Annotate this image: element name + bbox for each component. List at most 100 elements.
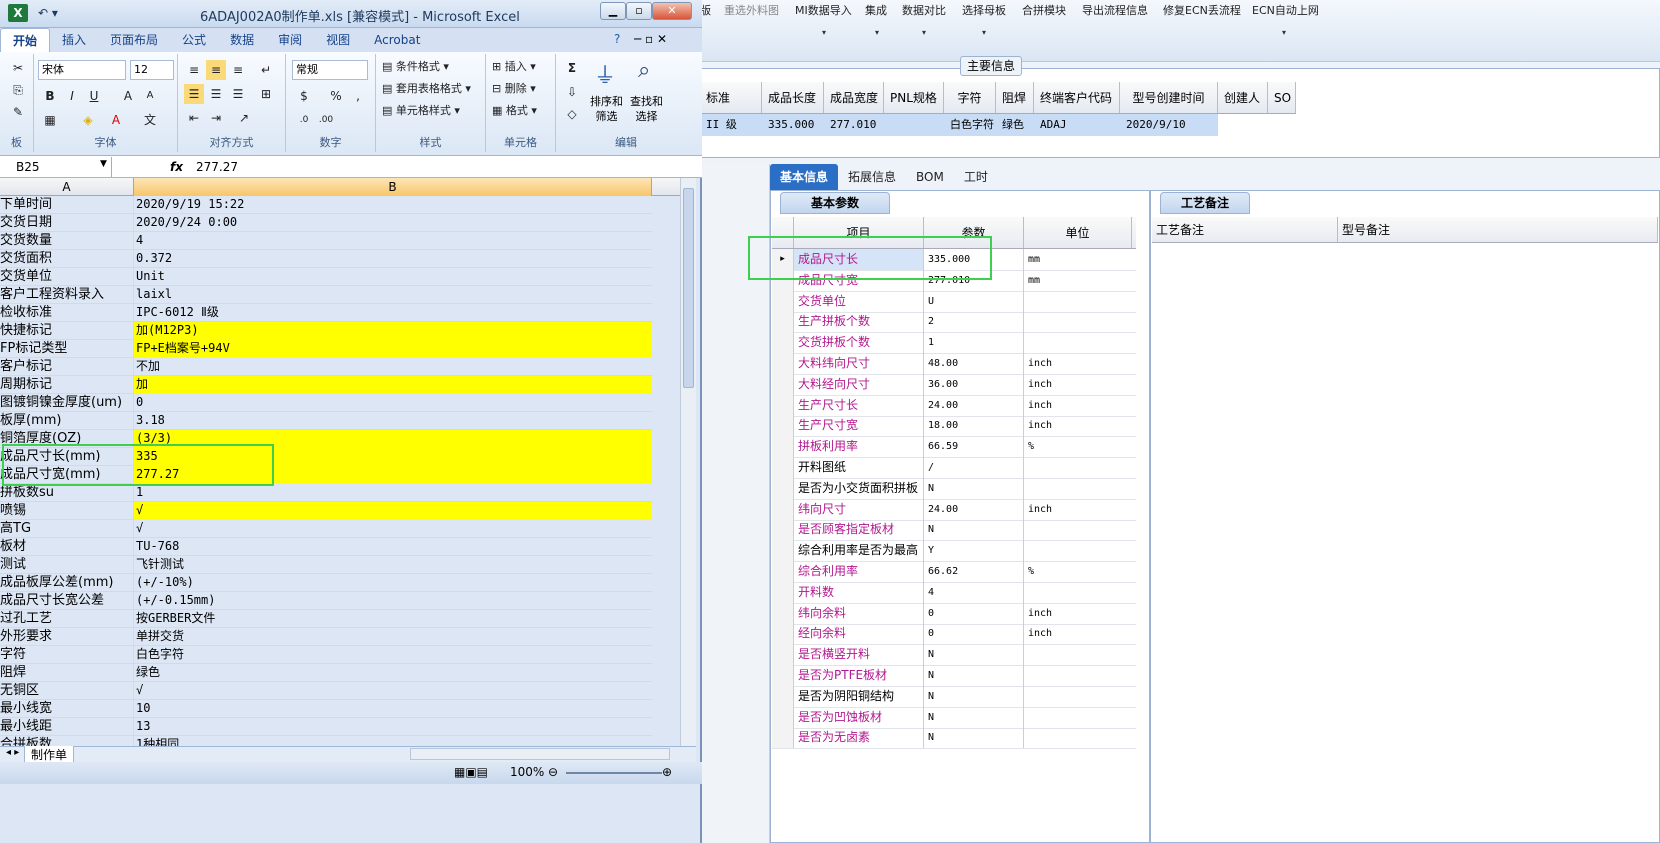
toolbar-item[interactable]: 合拼模块 bbox=[1022, 2, 1066, 18]
ribbon-minimize-icon[interactable]: ─ ▫ ✕ bbox=[634, 32, 667, 46]
param-name[interactable]: 是否为无卤素 bbox=[794, 727, 924, 749]
tab-data[interactable]: 数据 bbox=[218, 28, 266, 52]
toolbar-item[interactable]: 选择母板 bbox=[962, 2, 1006, 18]
format-painter-icon[interactable]: ✎ bbox=[8, 102, 28, 122]
row-indicator[interactable] bbox=[772, 665, 794, 686]
cell-a[interactable]: 测试 bbox=[0, 556, 134, 574]
params-tab[interactable]: 基本参数 bbox=[780, 192, 890, 214]
param-name[interactable]: 纬向余料 bbox=[794, 602, 924, 624]
cell-a[interactable]: 交货数量 bbox=[0, 232, 134, 250]
row-indicator[interactable] bbox=[772, 727, 794, 749]
toolbar-item[interactable]: 集成 bbox=[865, 2, 887, 18]
grid-header-cell[interactable]: PNL规格 bbox=[884, 82, 944, 113]
align-center-icon[interactable]: ☰ bbox=[206, 84, 226, 104]
cell-a[interactable]: 交货面积 bbox=[0, 250, 134, 268]
param-name[interactable]: 综合利用率是否为最高 bbox=[794, 540, 924, 562]
toolbar-item[interactable]: 重选外料图 bbox=[724, 2, 779, 18]
cell-b[interactable]: FP+E档案号+94V bbox=[134, 340, 652, 358]
row-indicator[interactable] bbox=[772, 332, 794, 354]
param-value[interactable]: 24.00 bbox=[924, 394, 1024, 416]
param-value[interactable]: N bbox=[924, 477, 1024, 499]
cell-b[interactable]: √ bbox=[134, 682, 652, 700]
params-header-cell[interactable]: 单位 bbox=[1024, 217, 1132, 248]
cell-a[interactable]: 过孔工艺 bbox=[0, 610, 134, 628]
grid-header-cell[interactable]: 字符 bbox=[944, 82, 996, 113]
params-row[interactable]: 是否横竖开料 N bbox=[772, 644, 1136, 667]
params-row[interactable]: 纬向尺寸 24.00 inch bbox=[772, 498, 1136, 521]
increase-indent-icon[interactable]: ⇥ bbox=[206, 108, 226, 128]
cell-b[interactable]: 加 bbox=[134, 376, 652, 394]
param-value[interactable]: N bbox=[924, 519, 1024, 541]
param-unit[interactable]: mm bbox=[1024, 270, 1132, 291]
param-value[interactable]: N bbox=[924, 706, 1024, 728]
cell-a[interactable]: 外形要求 bbox=[0, 628, 134, 646]
param-name[interactable]: 是否为凹蚀板材 bbox=[794, 706, 924, 728]
params-row[interactable]: 生产尺寸长 24.00 inch bbox=[772, 394, 1136, 417]
font-size-select[interactable]: 12 bbox=[130, 60, 174, 80]
params-row[interactable]: 是否顾客指定板材 N bbox=[772, 519, 1136, 542]
italic-button[interactable]: I bbox=[62, 86, 82, 106]
fill-icon[interactable]: ⇩ bbox=[562, 82, 582, 102]
fill-color-icon[interactable]: ◈ bbox=[78, 110, 98, 130]
param-name[interactable]: 是否顾客指定板材 bbox=[794, 519, 924, 541]
cell-b[interactable]: 2020/9/19 15:22 bbox=[134, 196, 652, 214]
cell-b[interactable]: 单拼交货 bbox=[134, 628, 652, 646]
grid-cell[interactable]: 335.000 bbox=[762, 114, 824, 136]
param-value[interactable]: 1 bbox=[924, 332, 1024, 354]
param-unit[interactable] bbox=[1024, 291, 1132, 312]
notes-header-cell[interactable]: 型号备注 bbox=[1338, 217, 1658, 242]
cell-b[interactable]: 0 bbox=[134, 394, 652, 412]
vertical-scrollbar[interactable] bbox=[680, 178, 696, 748]
cell-b[interactable]: 飞针测试 bbox=[134, 556, 652, 574]
param-value[interactable]: 18.00 bbox=[924, 415, 1024, 437]
param-unit[interactable]: inch bbox=[1024, 395, 1132, 416]
horizontal-scrollbar[interactable] bbox=[410, 748, 670, 760]
grid-header-cell[interactable]: 终端客户代码 bbox=[1034, 82, 1120, 113]
cell-b[interactable]: 1 bbox=[134, 484, 652, 502]
param-name[interactable]: 是否为PTFE板材 bbox=[794, 665, 924, 686]
param-value[interactable]: U bbox=[924, 290, 1024, 312]
tab-home[interactable]: 开始 bbox=[0, 28, 51, 52]
param-name[interactable]: 综合利用率 bbox=[794, 561, 924, 582]
row-indicator[interactable] bbox=[772, 561, 794, 582]
cell-b[interactable]: 加(M12P3) bbox=[134, 322, 652, 340]
merge-icon[interactable]: ⊞ bbox=[256, 84, 276, 104]
params-row[interactable]: 是否为PTFE板材 N bbox=[772, 665, 1136, 687]
params-row[interactable]: 生产尺寸宽 18.00 inch bbox=[772, 415, 1136, 438]
param-name[interactable]: 是否为阴阳铜结构 bbox=[794, 685, 924, 707]
column-header-b[interactable]: B bbox=[134, 178, 652, 196]
find-icon[interactable]: ⌕ bbox=[638, 58, 650, 83]
tab-formulas[interactable]: 公式 bbox=[170, 28, 218, 52]
param-value[interactable]: Y bbox=[924, 540, 1024, 562]
excel-logo-icon[interactable]: X bbox=[8, 4, 28, 22]
grid-header-cell[interactable]: SO bbox=[1268, 82, 1296, 113]
cell-a[interactable]: 客户工程资料录入 bbox=[0, 286, 134, 304]
param-unit[interactable] bbox=[1024, 686, 1132, 707]
dropdown-arrow-icon[interactable]: ▾ bbox=[922, 28, 926, 37]
autosum-icon[interactable]: Σ bbox=[562, 58, 582, 78]
conditional-format-button[interactable]: ▤ 条件格式 ▾ bbox=[382, 58, 449, 76]
grid-cell[interactable]: 绿色 bbox=[996, 114, 1034, 136]
minimize-button[interactable]: ▁ bbox=[600, 2, 626, 20]
row-indicator[interactable] bbox=[772, 415, 794, 437]
copy-icon[interactable]: ⎘ bbox=[8, 80, 28, 100]
param-unit[interactable] bbox=[1024, 707, 1132, 728]
grid-cell[interactable]: 白色字符 bbox=[944, 114, 996, 136]
grid-header-cell[interactable]: 创建人 bbox=[1218, 82, 1268, 113]
grid-cell[interactable] bbox=[884, 114, 944, 136]
cell-a[interactable]: 成品尺寸长宽公差 bbox=[0, 592, 134, 610]
param-unit[interactable] bbox=[1024, 478, 1132, 499]
param-name[interactable]: 拼板利用率 bbox=[794, 436, 924, 458]
cell-b[interactable]: 绿色 bbox=[134, 664, 652, 682]
toolbar-item[interactable]: 修复ECN丢流程 bbox=[1163, 2, 1241, 18]
param-unit[interactable] bbox=[1024, 665, 1132, 686]
shrink-font-icon[interactable]: A bbox=[140, 86, 160, 106]
row-indicator[interactable] bbox=[772, 436, 794, 458]
increase-decimal-icon[interactable]: .0 bbox=[294, 110, 314, 130]
cell-a[interactable]: 成品板厚公差(mm) bbox=[0, 574, 134, 592]
param-unit[interactable] bbox=[1024, 540, 1132, 561]
param-name[interactable]: 经向余料 bbox=[794, 623, 924, 645]
cell-a[interactable]: 图镀铜镍金厚度(um) bbox=[0, 394, 134, 412]
cell-a[interactable]: 字符 bbox=[0, 646, 134, 664]
zoom-in-icon[interactable]: ⊕ bbox=[662, 765, 672, 779]
